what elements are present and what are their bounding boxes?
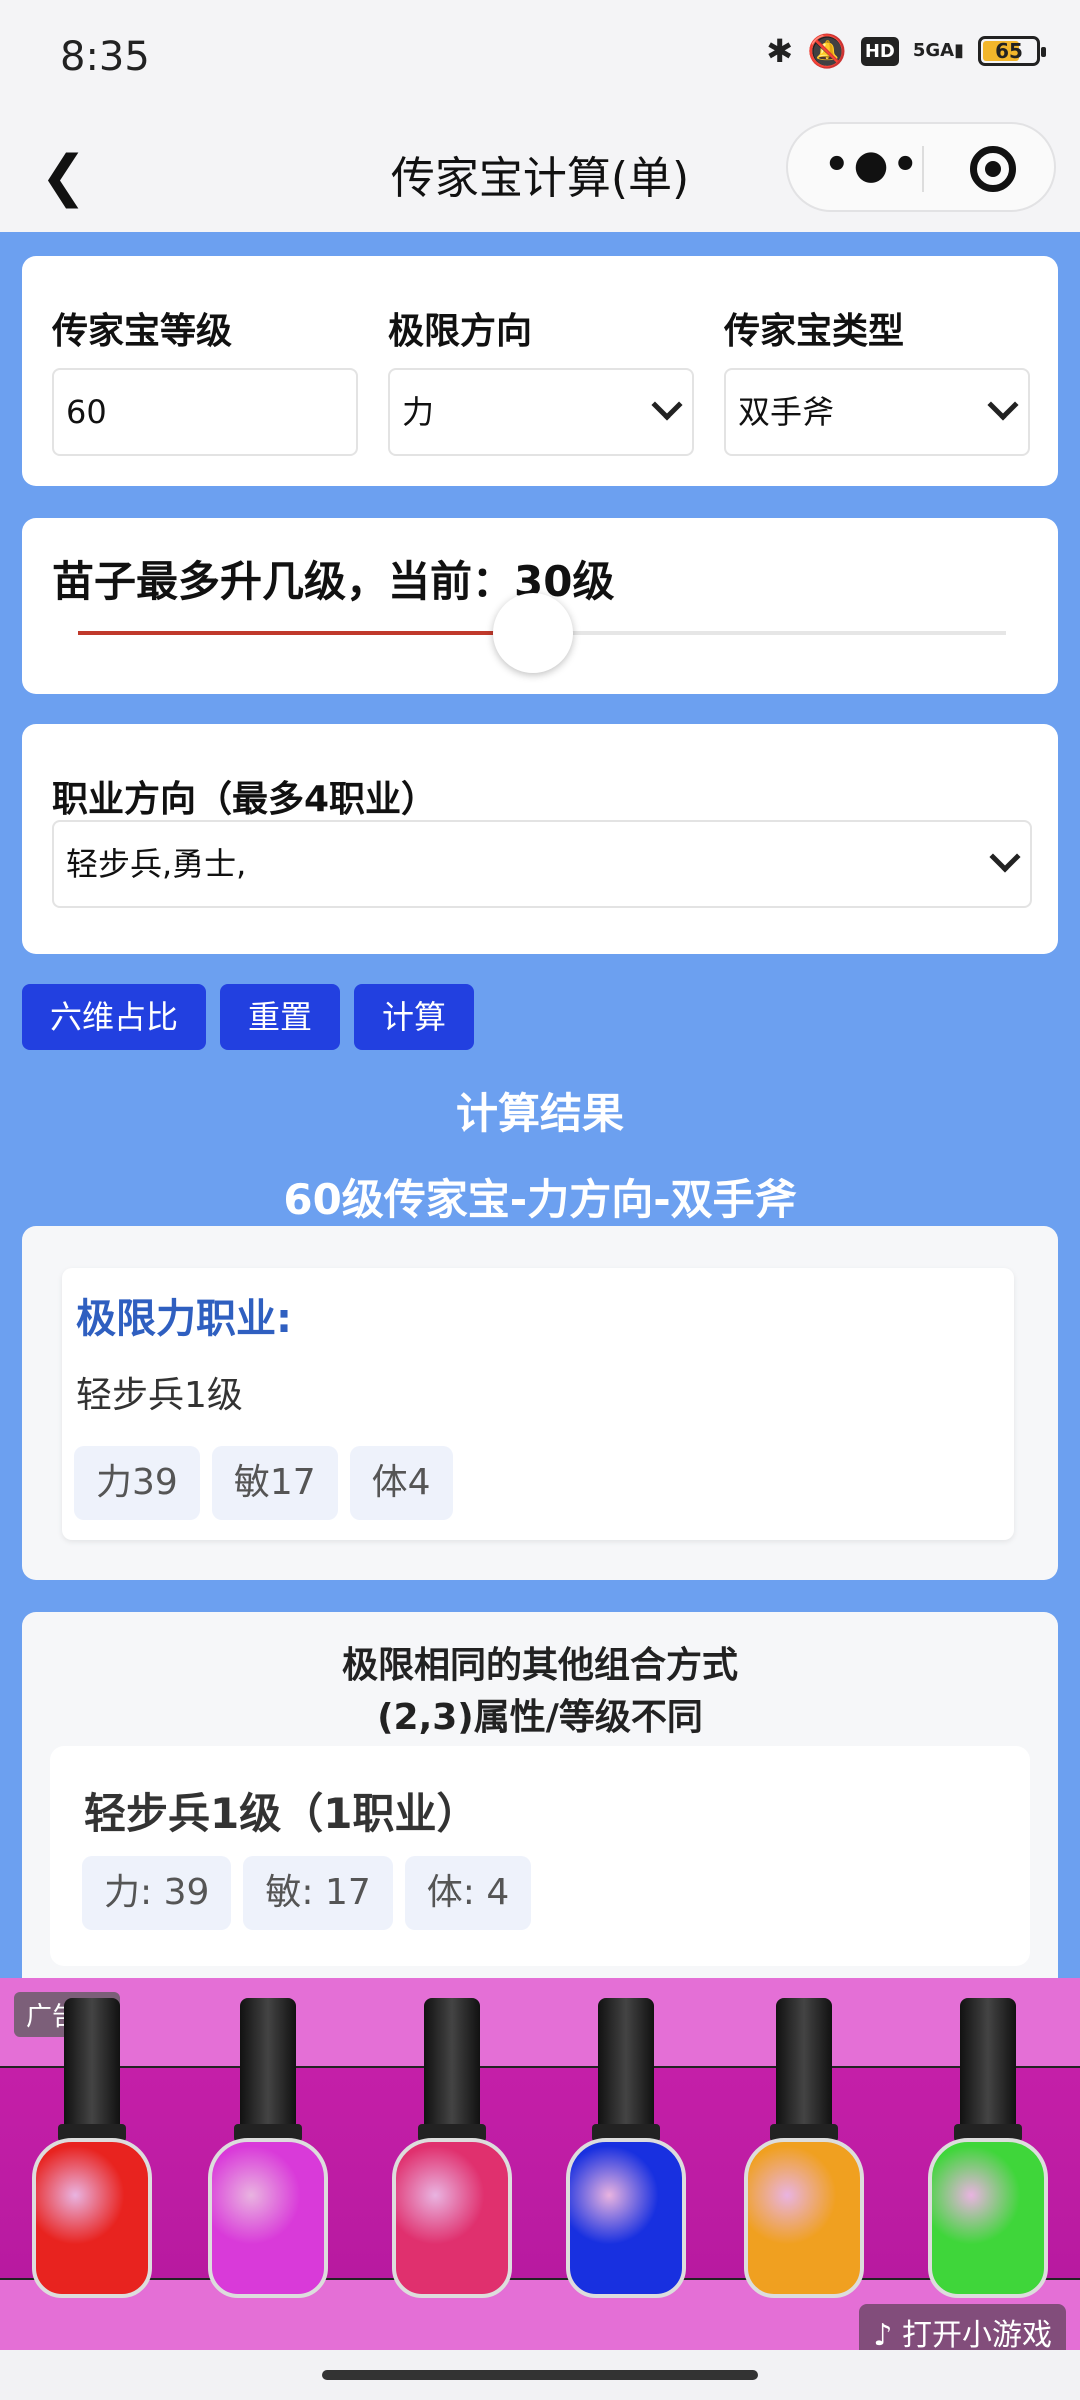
chevron-down-icon	[987, 389, 1019, 421]
hd-badge: HD	[860, 36, 899, 66]
battery-level: 65	[995, 39, 1023, 63]
job-value: 轻步兵,勇士,	[66, 845, 247, 883]
nav-bar: ❮ 传家宝计算(单) •●•	[0, 120, 1080, 232]
reset-button[interactable]: 重置	[220, 984, 341, 1050]
combos-title-line1: 极限相同的其他组合方式	[341, 1645, 738, 1686]
status-icons: ✱ 🔕 HD 5GA▮ 65	[766, 32, 1046, 70]
result-tags: 力39 敏17 体4	[74, 1446, 453, 1520]
level-slider-track[interactable]	[78, 593, 1006, 673]
stat-tag: 力: 39	[82, 1856, 232, 1930]
direction-label: 极限方向	[388, 311, 533, 352]
nail-polish-image	[208, 1998, 328, 2298]
job-select[interactable]: 轻步兵,勇士,	[52, 820, 1032, 908]
main-content: 传家宝等级 60 极限方向 力 传家宝类型 双手斧 苗子最多升几级，当前：30级…	[0, 232, 1080, 1978]
settings-card: 传家宝等级 60 极限方向 力 传家宝类型 双手斧	[22, 256, 1058, 486]
combos-title: 极限相同的其他组合方式 (2,3)属性/等级不同	[22, 1640, 1058, 1744]
combo-item: 轻步兵1级（1职业） 力: 39 敏: 17 体: 4	[50, 1746, 1030, 1966]
nail-polish-image	[392, 1998, 512, 2298]
level-input[interactable]: 60	[52, 368, 358, 456]
stat-tag: 敏: 17	[243, 1856, 393, 1930]
stat-tag: 体: 4	[404, 1856, 532, 1930]
level-label: 传家宝等级	[52, 311, 233, 352]
home-indicator[interactable]	[322, 2370, 758, 2380]
result-title: 计算结果	[455, 1089, 624, 1138]
type-value: 双手斧	[738, 393, 835, 431]
nail-polish-image	[744, 1998, 864, 2298]
calc-button[interactable]: 计算	[354, 984, 475, 1050]
network-type: 5GA	[912, 40, 955, 61]
chevron-down-icon	[651, 389, 683, 421]
nail-polish-image	[928, 1998, 1048, 2298]
action-buttons: 六维占比 重置 计算	[22, 984, 475, 1050]
combos-card: 极限相同的其他组合方式 (2,3)属性/等级不同 轻步兵1级（1职业） 力: 3…	[22, 1612, 1058, 1978]
type-select[interactable]: 双手斧	[724, 368, 1030, 456]
nail-polish-image	[566, 1998, 686, 2298]
chevron-down-icon	[989, 841, 1021, 873]
level-field: 传家宝等级 60	[52, 302, 358, 456]
result-inner: 极限力职业: 轻步兵1级 力39 敏17 体4	[62, 1268, 1014, 1540]
slider-card: 苗子最多升几级，当前：30级	[22, 518, 1058, 694]
slider-thumb[interactable]	[492, 593, 573, 673]
signal-icon: 5GA▮	[912, 40, 964, 61]
result-card-text: 轻步兵1级	[76, 1375, 243, 1416]
result-card: 极限力职业: 轻步兵1级 力39 敏17 体4	[22, 1226, 1058, 1580]
close-target-icon[interactable]	[970, 146, 1016, 192]
type-label: 传家宝类型	[724, 311, 905, 352]
combos-title-line2: (2,3)属性/等级不同	[377, 1697, 703, 1738]
direction-field: 极限方向 力	[388, 302, 694, 456]
status-bar: 8:35 ✱ 🔕 HD 5GA▮ 65	[0, 0, 1080, 120]
type-field: 传家宝类型 双手斧	[724, 302, 1030, 456]
level-value: 60	[66, 393, 107, 431]
open-game-button[interactable]: ♪ 打开小游戏	[859, 2304, 1066, 2350]
stat-tag: 力39	[74, 1446, 200, 1520]
job-label: 职业方向（最多4职业）	[52, 779, 438, 820]
stat-tag: 体4	[349, 1446, 453, 1520]
combo-tags: 力: 39 敏: 17 体: 4	[82, 1856, 532, 1930]
direction-select[interactable]: 力	[388, 368, 694, 456]
stat-tag: 敏17	[211, 1446, 338, 1520]
status-time: 8:35	[60, 34, 150, 80]
more-icon[interactable]: •●•	[824, 142, 922, 188]
ad-banner[interactable]: 广告 ⌄ ♪ 打开小游戏	[0, 1978, 1080, 2350]
battery-icon: 65	[978, 36, 1046, 66]
mini-program-capsule: •●•	[786, 122, 1056, 212]
direction-value: 力	[402, 393, 435, 431]
job-card: 职业方向（最多4职业） 轻步兵,勇士,	[22, 724, 1058, 954]
slider-fill	[78, 631, 533, 635]
mute-bell-icon: 🔕	[807, 32, 847, 70]
nail-polish-image	[32, 1998, 152, 2298]
bluetooth-icon: ✱	[766, 32, 793, 70]
result-card-title: 极限力职业:	[76, 1296, 292, 1342]
ratio-button[interactable]: 六维占比	[22, 984, 207, 1050]
combo-item-title: 轻步兵1级（1职业）	[84, 1789, 479, 1838]
home-indicator-area	[0, 2350, 1080, 2400]
result-subtitle: 60级传家宝-力方向-双手斧	[283, 1175, 797, 1224]
